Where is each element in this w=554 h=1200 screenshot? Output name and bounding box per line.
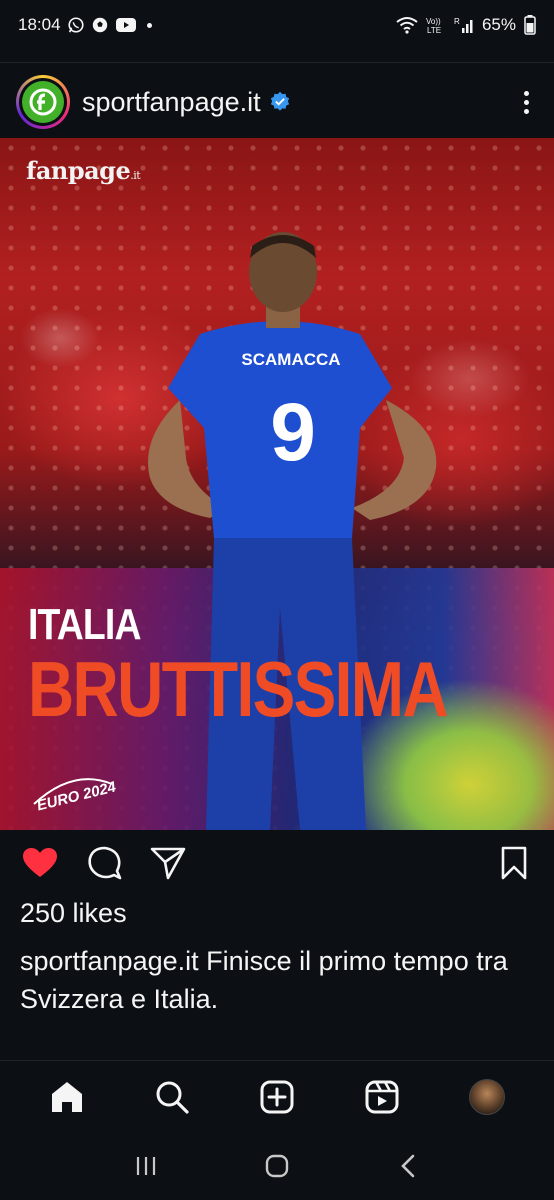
home-circle-icon xyxy=(265,1154,289,1178)
more-dot xyxy=(523,108,529,114)
watermark-sub: .it xyxy=(130,169,141,182)
nav-profile[interactable] xyxy=(463,1073,511,1121)
heart-filled-icon xyxy=(23,848,57,877)
create-icon xyxy=(260,1080,294,1113)
nav-create[interactable] xyxy=(253,1073,301,1121)
notification-dot xyxy=(146,22,152,28)
save-button[interactable] xyxy=(494,843,534,883)
jersey-number: 9 xyxy=(270,387,316,478)
verified-badge-icon xyxy=(270,91,289,111)
youtube-icon xyxy=(115,18,136,32)
nav-search[interactable] xyxy=(148,1073,196,1121)
bottom-navigation xyxy=(0,1060,554,1132)
account-username[interactable]: sportfanpage.it xyxy=(82,87,261,118)
whatsapp-icon xyxy=(67,17,84,33)
back-button[interactable] xyxy=(388,1146,428,1186)
svg-text:R: R xyxy=(454,17,460,26)
battery-percent: 65% xyxy=(481,15,516,34)
jersey-name: SCAMACCA xyxy=(241,350,340,369)
top-divider xyxy=(0,62,554,63)
send-icon xyxy=(150,847,186,880)
watermark-main: fanpage xyxy=(26,156,131,185)
volte-icon: Vo))LTE xyxy=(426,17,441,34)
football-icon xyxy=(92,17,107,33)
recents-icon xyxy=(136,1157,155,1175)
comment-button[interactable] xyxy=(84,843,124,883)
post-image[interactable]: SCAMACCA 9 fanpage.it ITALIA BRUTTISSIMA… xyxy=(0,138,554,830)
battery-icon xyxy=(524,15,536,35)
recents-button[interactable] xyxy=(126,1146,166,1186)
post-actions xyxy=(0,840,554,886)
system-navigation xyxy=(0,1132,554,1200)
fanpage-watermark: fanpage.it xyxy=(26,156,141,185)
headline-line2: BRUTTISSIMA xyxy=(28,645,449,733)
like-button[interactable] xyxy=(20,843,60,883)
account-avatar[interactable] xyxy=(16,75,70,129)
share-button[interactable] xyxy=(148,843,188,883)
svg-text:Vo)): Vo)) xyxy=(426,17,441,26)
likes-count[interactable]: 250 likes xyxy=(20,898,127,929)
post-options-button[interactable] xyxy=(514,87,538,117)
post-header: sportfanpage.it xyxy=(0,66,554,138)
bookmark-icon xyxy=(501,846,527,880)
status-bar: 18:04 Vo)) LTE R 65% xyxy=(0,0,554,50)
nav-reels[interactable] xyxy=(358,1073,406,1121)
back-chevron-icon xyxy=(401,1154,415,1178)
home-icon xyxy=(51,1081,82,1112)
caption-username[interactable]: sportfanpage.it xyxy=(20,946,199,976)
more-dot xyxy=(523,99,529,105)
post-caption: sportfanpage.it Finisce il primo tempo t… xyxy=(20,942,540,1018)
profile-avatar xyxy=(469,1078,506,1115)
nav-home[interactable] xyxy=(43,1073,91,1121)
search-icon xyxy=(156,1081,189,1114)
more-dot xyxy=(523,90,529,96)
signal-icon: R xyxy=(454,17,473,33)
headline-line1: ITALIA xyxy=(28,600,141,649)
home-button[interactable] xyxy=(257,1146,297,1186)
fanpage-logo-icon xyxy=(29,88,57,116)
wifi-icon xyxy=(396,17,418,34)
svg-text:LTE: LTE xyxy=(427,26,441,34)
reels-icon xyxy=(365,1080,399,1113)
comment-icon xyxy=(88,846,122,880)
status-time: 18:04 xyxy=(18,15,61,34)
